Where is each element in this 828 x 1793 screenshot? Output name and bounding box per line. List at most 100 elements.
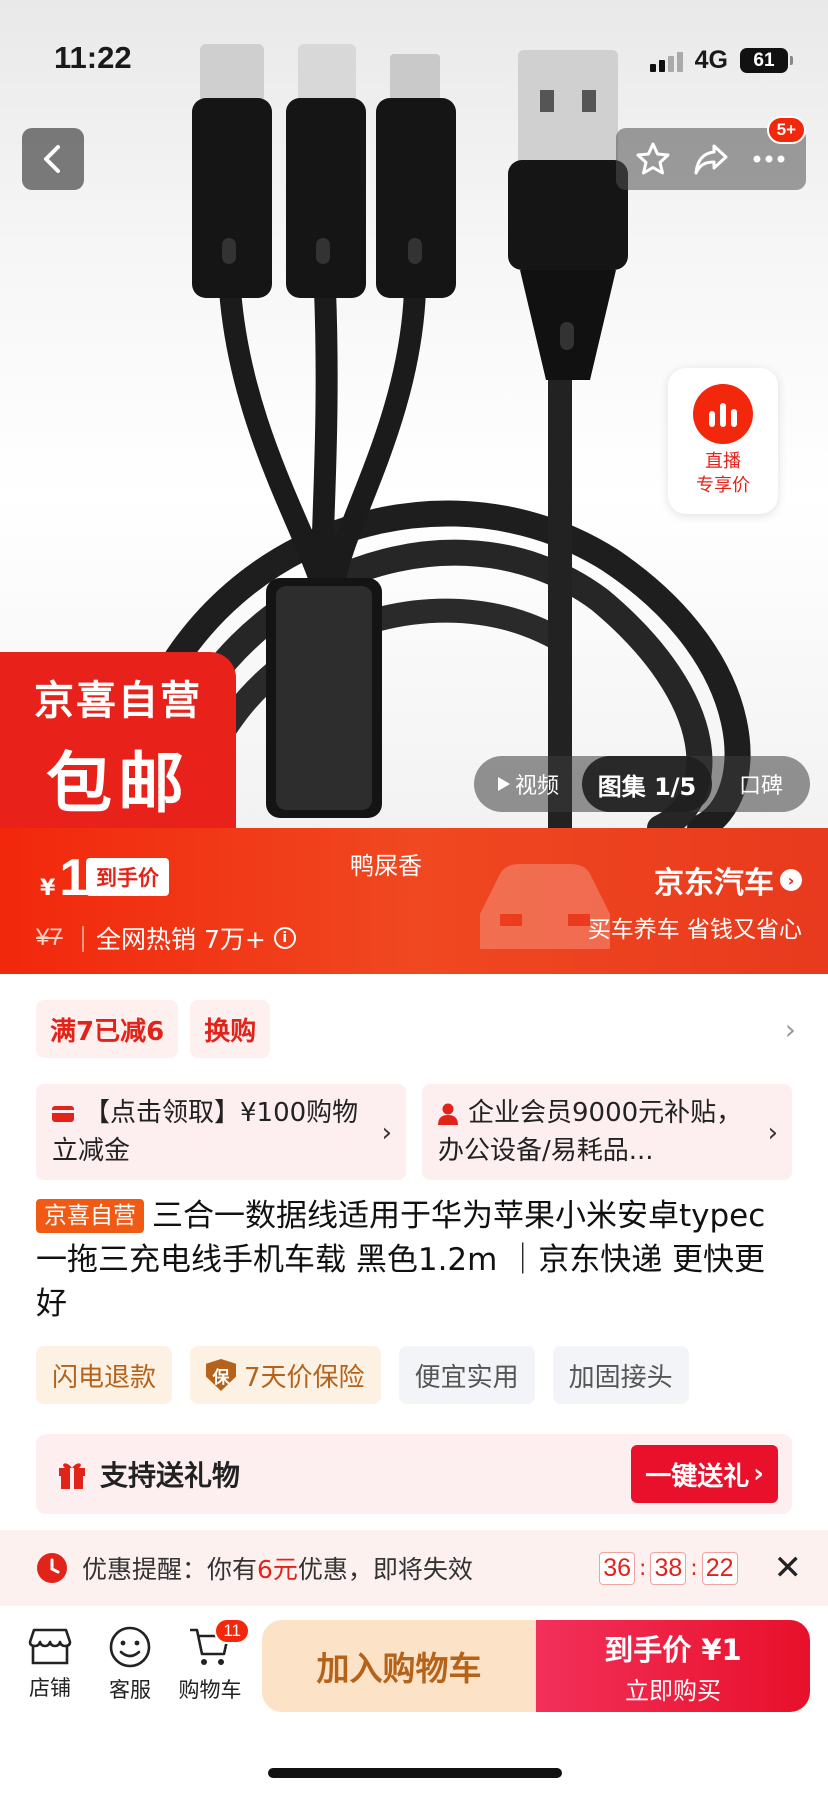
tag-affordable[interactable]: 便宜实用 — [398, 1346, 535, 1404]
original-price: ¥7 — [36, 924, 63, 951]
home-indicator[interactable] — [268, 1768, 562, 1778]
countdown-seconds: 22 — [701, 1551, 738, 1585]
more-icon — [753, 155, 785, 163]
live-price-button[interactable]: 直播 专享价 — [668, 368, 778, 514]
chevron-right-icon: › — [753, 1459, 764, 1489]
buy-now-button[interactable]: 到手价 ¥1 立即购买 — [536, 1620, 810, 1712]
chevron-right-icon: › — [780, 869, 802, 891]
gift-icon — [59, 1463, 85, 1489]
product-title-text: 三合一数据线适用于华为苹果小米安卓typec一拖三充电线手机车载 黑色1.2m … — [36, 1198, 766, 1322]
coupon-card[interactable]: 【点击领取】¥100购物立减金 › — [36, 1084, 406, 1180]
status-indicators: 4G 61 — [649, 46, 793, 75]
share-button[interactable] — [686, 134, 736, 184]
tab-video[interactable]: 视频 — [474, 756, 582, 812]
service-button[interactable]: 客服 — [94, 1626, 166, 1704]
enterprise-coupon-card[interactable]: 企业会员9000元补贴，办公设备/易耗品... › — [422, 1084, 792, 1180]
star-icon — [636, 142, 670, 175]
reminder-text: 优惠提醒：你有6元优惠，即将失效 — [82, 1550, 473, 1586]
store-tag: 京喜自营 — [36, 1199, 144, 1233]
media-tabs: 视频 图集 1/5 口碑 — [474, 756, 810, 812]
flavor-text: 鸭屎香 — [350, 852, 422, 880]
enterprise-coupon-text: 企业会员9000元补贴，办公设备/易耗品... — [438, 1098, 743, 1166]
jd-auto-title: 京东汽车 — [654, 866, 774, 901]
send-gift-button[interactable]: 一键送礼 › — [631, 1445, 778, 1503]
final-price: ¥ 1 — [40, 848, 88, 908]
play-icon — [497, 777, 510, 791]
product-image-gallery[interactable]: 11:22 4G 61 5+ 直播 专享价 京喜自营 包邮 视频 图集 1/5 … — [0, 0, 828, 828]
buy-now-price: 到手价 ¥1 — [604, 1632, 742, 1667]
tag-price-protection[interactable]: 保 7天价保险 — [190, 1346, 381, 1404]
price-currency: ¥ — [40, 876, 56, 901]
jd-auto-subtitle: 买车养车 省钱又省心 — [587, 917, 802, 943]
countdown-timer: 36 : 38 : 22 — [599, 1551, 738, 1585]
gift-bar: 支持送礼物 一键送礼 › — [36, 1434, 792, 1514]
chevron-right-icon: › — [784, 1012, 796, 1046]
countdown-minutes: 38 — [650, 1551, 687, 1585]
coupon-list: 【点击领取】¥100购物立减金 › 企业会员9000元补贴，办公设备/易耗品..… — [36, 1084, 792, 1180]
tab-video-label: 视频 — [514, 774, 559, 799]
clock-icon — [37, 1553, 67, 1583]
share-icon — [694, 144, 728, 175]
free-shipping-badge: 京喜自营 包邮 — [0, 652, 236, 828]
person-icon — [438, 1103, 458, 1125]
network-type: 4G — [694, 46, 728, 74]
tag-reinforced[interactable]: 加固接头 — [552, 1346, 689, 1404]
cart-count-badge: 11 — [214, 1618, 250, 1644]
countdown-hours: 36 — [599, 1551, 636, 1585]
final-price-tag: 到手价 — [86, 858, 169, 896]
add-to-cart-button[interactable]: 加入购物车 — [262, 1620, 536, 1712]
store-label: 店铺 — [29, 1676, 71, 1700]
price-banner: ¥ 1 到手价 ¥7 全网热销 7万+ i 鸭屎香 京东汽车 › 买车养车 省钱… — [0, 828, 828, 974]
message-badge: 5+ — [766, 116, 806, 144]
info-icon: i — [273, 927, 296, 949]
service-label: 客服 — [109, 1678, 151, 1702]
tab-reviews[interactable]: 口碑 — [712, 756, 810, 812]
promo-discount-chip[interactable]: 满7已减6 — [36, 1000, 179, 1058]
cart-button[interactable]: 11 购物车 — [174, 1618, 250, 1704]
cart-label: 购物车 — [178, 1678, 242, 1702]
store-button[interactable]: 店铺 — [14, 1626, 86, 1702]
product-title: 京喜自营 三合一数据线适用于华为苹果小米安卓typec一拖三充电线手机车载 黑色1… — [36, 1194, 796, 1326]
sales-info[interactable]: 全网热销 7万+ i — [96, 920, 296, 956]
reminder-suffix: 优惠，即将失效 — [297, 1555, 473, 1584]
status-bar: 11:22 4G 61 — [0, 0, 828, 110]
shield-icon: 保 — [206, 1359, 237, 1391]
back-icon — [44, 145, 60, 173]
live-label-1: 直播 — [705, 451, 741, 472]
top-action-group: 5+ — [616, 116, 806, 190]
more-button[interactable]: 5+ — [744, 116, 806, 184]
badge-store-label: 京喜自营 — [34, 678, 202, 724]
card-icon — [52, 1105, 74, 1122]
price-divider — [82, 926, 84, 952]
badge-shipping-label: 包邮 — [46, 745, 190, 822]
chevron-right-icon: › — [381, 1118, 392, 1148]
favorite-button[interactable] — [628, 134, 678, 184]
battery-icon: 61 — [740, 48, 793, 73]
tag-price-protection-label: 7天价保险 — [244, 1362, 365, 1393]
close-icon[interactable]: ✕ — [774, 1551, 803, 1585]
bottom-action-bar: 店铺 客服 11 购物车 加入购物车 到手价 ¥1 立即购买 — [0, 1606, 828, 1793]
chevron-right-icon: › — [767, 1118, 778, 1148]
service-icon — [109, 1626, 151, 1668]
gift-label: 支持送礼物 — [100, 1459, 241, 1492]
promotion-row[interactable]: 满7已减6 换购 › — [36, 1000, 796, 1058]
live-label-2: 专享价 — [696, 475, 750, 496]
back-button[interactable] — [22, 128, 84, 190]
store-icon — [28, 1628, 72, 1665]
signal-icon — [649, 50, 683, 72]
send-gift-label: 一键送礼 — [645, 1461, 750, 1492]
promo-exchange-chip[interactable]: 换购 — [190, 1000, 271, 1058]
sales-count: 全网热销 7万+ — [96, 925, 266, 954]
buy-now-label: 立即购买 — [625, 1676, 721, 1705]
tab-gallery[interactable]: 图集 1/5 — [582, 756, 712, 812]
reminder-amount: 6元 — [257, 1555, 298, 1584]
coupon-text: 【点击领取】¥100购物立减金 — [52, 1098, 359, 1166]
reminder-prefix: 优惠提醒：你有 — [82, 1555, 258, 1584]
tag-fast-refund[interactable]: 闪电退款 — [36, 1346, 173, 1404]
jd-auto-ad[interactable]: 京东汽车 › 买车养车 省钱又省心 — [588, 858, 802, 944]
price-value: 1 — [59, 849, 89, 907]
discount-reminder: 优惠提醒：你有6元优惠，即将失效 36 : 38 : 22 ✕ — [0, 1530, 828, 1606]
live-icon — [693, 384, 753, 444]
service-tags: 闪电退款 保 7天价保险 便宜实用 加固接头 — [36, 1346, 689, 1404]
status-time: 11:22 — [54, 40, 132, 75]
